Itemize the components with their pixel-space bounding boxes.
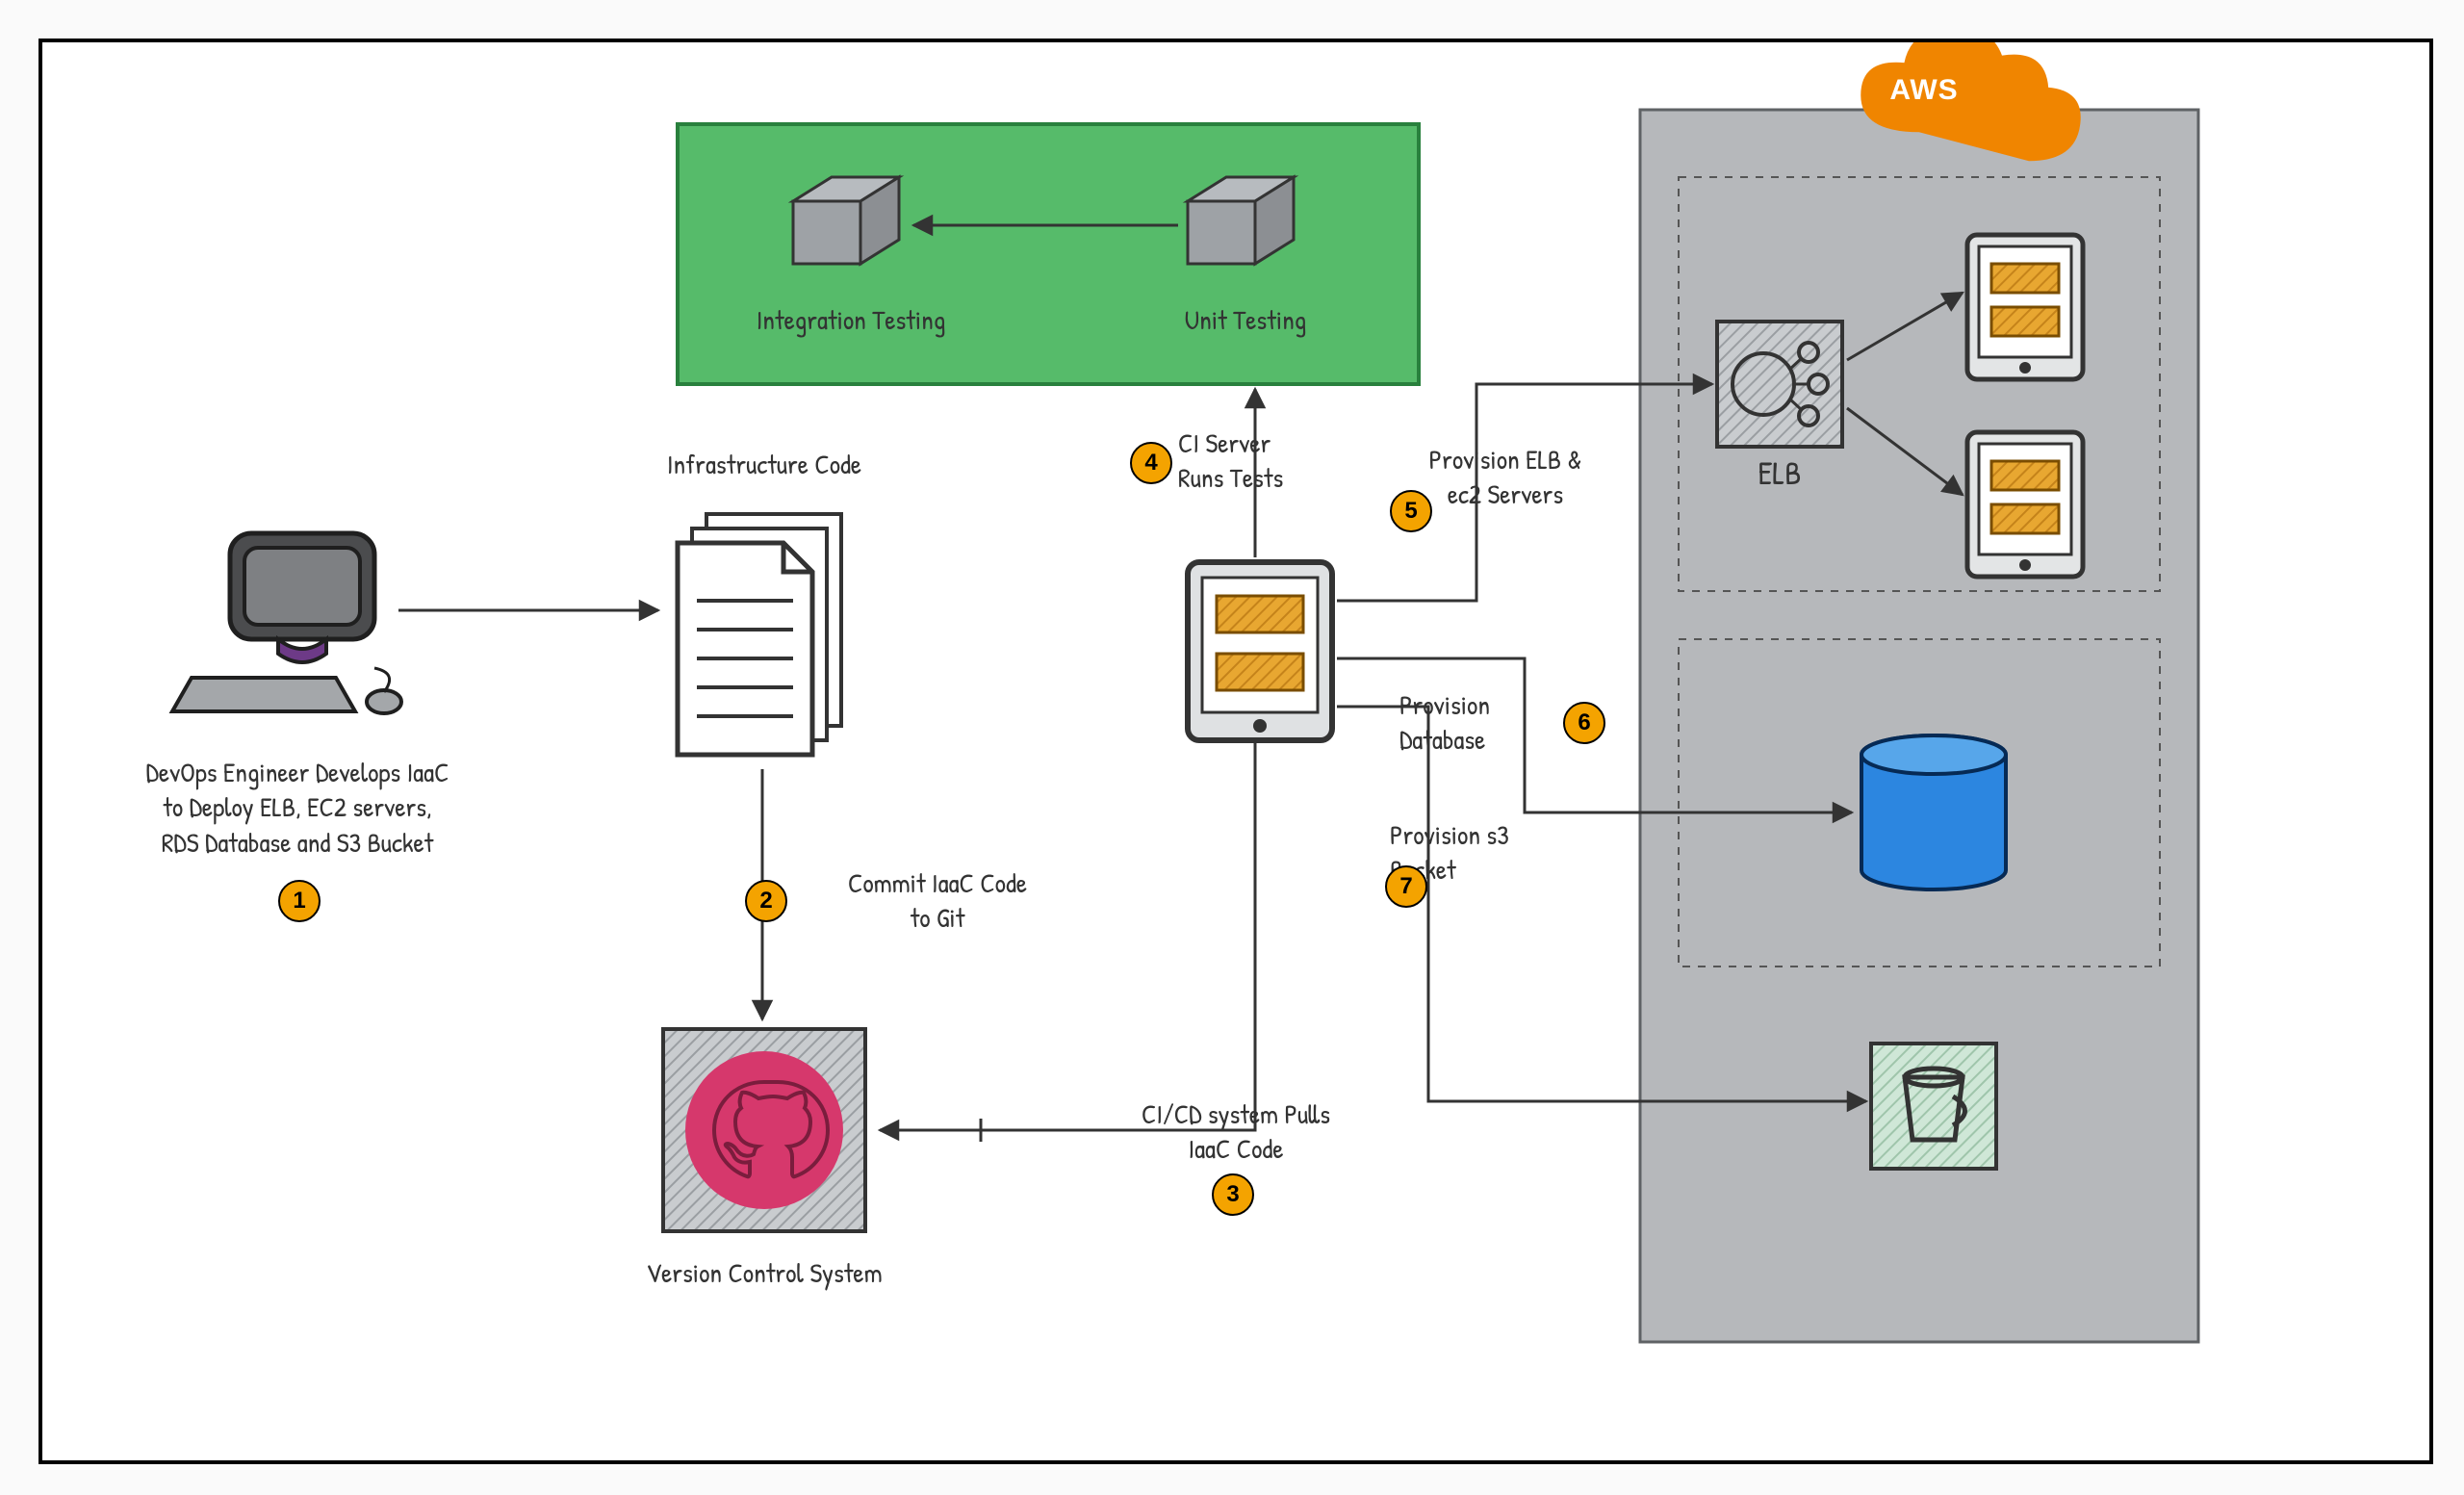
step4-badge: 4: [1130, 442, 1172, 484]
step5-badge: 5: [1390, 490, 1432, 532]
unit-testing-label: Unit Testing: [1120, 302, 1371, 337]
aws-cloud-label: AWS: [1876, 71, 1972, 109]
s3-bucket-icon: [1871, 1044, 1996, 1169]
infra-code-label: Infrastructure Code: [601, 447, 928, 481]
ci-server-icon: [1188, 562, 1332, 740]
devops-computer-icon: [172, 533, 401, 713]
ec2-icon-bottom: [1967, 432, 2083, 577]
infrastructure-code-icon: [678, 514, 841, 755]
diagram-canvas: DevOps Engineer Develops IaaC to Deploy …: [38, 39, 2433, 1464]
step2-badge: 2: [745, 880, 787, 922]
integration-testing-label: Integration Testing: [697, 302, 1005, 337]
vcs-label: Version Control System: [591, 1255, 937, 1290]
step6-badge: 6: [1563, 702, 1605, 744]
elb-label: ELB: [1717, 451, 1842, 494]
database-icon: [1861, 735, 2006, 889]
step7-badge: 7: [1385, 865, 1427, 908]
step3-badge: 3: [1212, 1173, 1254, 1216]
step3-text: CI/CD system Pulls IaaC Code: [1072, 1096, 1399, 1167]
step2-text: Commit IaaC Code to Git: [803, 865, 1072, 936]
ec2-icon-top: [1967, 235, 2083, 379]
vcs-icon: [663, 1029, 865, 1231]
step1-badge: 1: [278, 880, 321, 922]
step1-text: DevOps Engineer Develops IaaC to Deploy …: [71, 755, 524, 860]
diagram-svg: [42, 42, 2429, 1460]
elb-icon: [1717, 322, 1842, 447]
testing-box: [678, 124, 1419, 384]
step4-text: CI Server Runs Tests: [1178, 425, 1390, 496]
